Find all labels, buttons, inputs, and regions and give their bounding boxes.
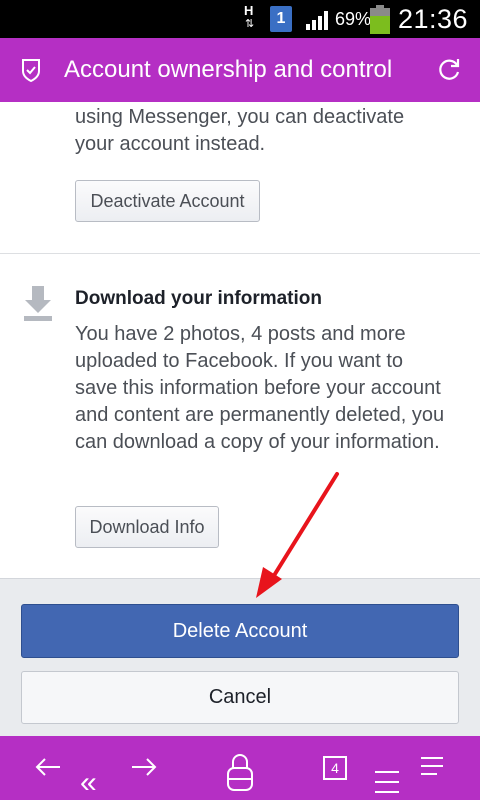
delete-account-button[interactable]: Delete Account bbox=[21, 604, 459, 658]
bottom-nav: « 4 bbox=[0, 736, 480, 800]
tabs-icon[interactable]: 4 bbox=[323, 756, 347, 780]
scroll-icon[interactable] bbox=[375, 770, 399, 796]
page-title: Account ownership and control bbox=[64, 56, 393, 83]
app-header: Account ownership and control bbox=[0, 38, 480, 102]
lock-icon[interactable] bbox=[226, 750, 254, 792]
refresh-icon[interactable] bbox=[436, 57, 462, 83]
menu-icon[interactable] bbox=[421, 756, 443, 776]
network-type: H bbox=[244, 3, 254, 18]
action-area: Delete Account Cancel bbox=[0, 578, 480, 736]
clock: 21:36 bbox=[398, 4, 469, 34]
download-description: You have 2 photos, 4 posts and more uplo… bbox=[75, 323, 445, 453]
shield-check-icon bbox=[22, 59, 40, 82]
status-bar: H ⇅ 1 69% 21:36 bbox=[0, 0, 480, 38]
download-info-button[interactable]: Download Info bbox=[75, 506, 219, 548]
signal-icon bbox=[306, 11, 328, 30]
deactivate-description: using Messenger, you can deactivate your… bbox=[75, 106, 405, 155]
back-icon[interactable] bbox=[34, 756, 62, 778]
battery-percent: 69% bbox=[335, 9, 372, 29]
download-icon bbox=[24, 286, 52, 321]
section-divider bbox=[0, 253, 480, 254]
deactivate-account-button[interactable]: Deactivate Account bbox=[75, 180, 260, 222]
content-area[interactable]: using Messenger, you can deactivate your… bbox=[0, 102, 480, 578]
cancel-button[interactable]: Cancel bbox=[21, 671, 459, 724]
sim-slot-icon: 1 bbox=[270, 6, 292, 32]
rewind-icon[interactable]: « bbox=[80, 768, 97, 798]
download-heading: Download your information bbox=[75, 288, 322, 309]
data-activity-icon: ⇅ bbox=[245, 18, 255, 30]
forward-icon[interactable] bbox=[130, 756, 158, 778]
battery-icon bbox=[370, 5, 390, 34]
